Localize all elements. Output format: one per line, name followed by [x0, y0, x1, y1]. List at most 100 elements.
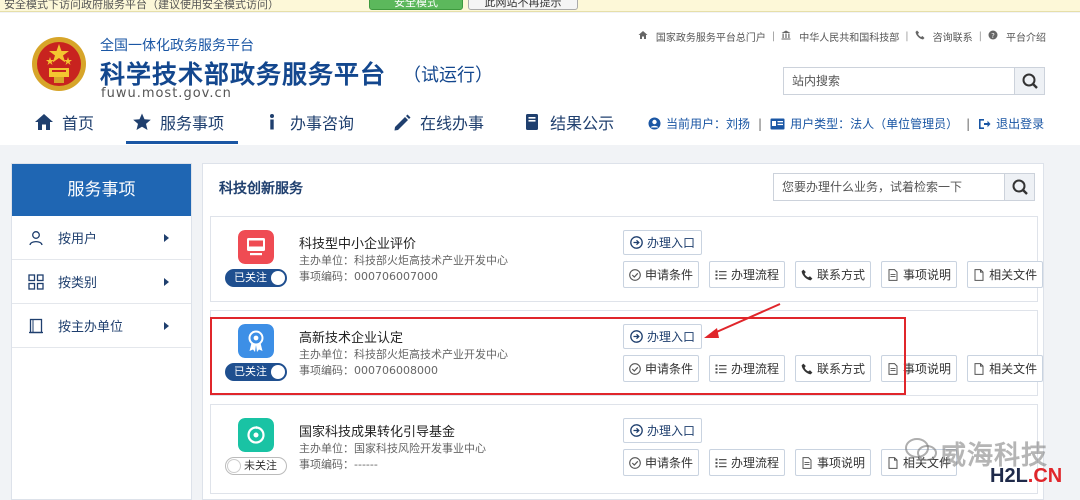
site-url: fuwu.most.gov.cn	[101, 86, 232, 101]
follow-label: 已关注	[234, 271, 267, 284]
site-search-button[interactable]	[1014, 68, 1044, 94]
logout-icon	[979, 118, 991, 129]
service-actions: 申请条件 办理流程 联系方式 事项说明 相关文件	[623, 261, 1044, 288]
nav-home[interactable]: 首页	[28, 108, 108, 144]
conditions-button[interactable]: 申请条件	[623, 449, 700, 476]
enter-label: 办理入口	[647, 424, 696, 438]
description-button[interactable]: 事项说明	[881, 261, 958, 288]
nav-consult-label: 办事咨询	[290, 114, 355, 133]
nav-results[interactable]: 结果公示	[516, 108, 628, 144]
file-icon	[974, 362, 984, 375]
sidebar-item-label: 按主办单位	[58, 320, 124, 335]
browser-notice-bar: 安全模式下访问政府服务平台（建议使用安全模式访问） 安全模式 此网站不再提示	[0, 0, 1080, 12]
search-icon	[1022, 73, 1038, 89]
book-icon	[526, 114, 539, 130]
site-subtitle: 全国一体化政务服务平台	[100, 38, 254, 54]
process-button[interactable]: 办理流程	[709, 261, 786, 288]
contact-button[interactable]: 联系方式	[795, 261, 872, 288]
document-icon	[802, 456, 812, 469]
exchange-icon	[238, 418, 274, 452]
files-button[interactable]: 相关文件	[967, 355, 1044, 382]
star-icon	[133, 113, 151, 130]
arrow-annotation	[704, 303, 781, 338]
sidebar-title: 服务事项	[12, 164, 191, 216]
service-code: 事项编码：------	[299, 458, 378, 471]
safe-mode-button[interactable]: 安全模式	[369, 0, 463, 10]
enter-button[interactable]: 办理入口	[623, 418, 703, 443]
link-national-portal[interactable]: 国家政务服务平台总门户	[656, 29, 766, 44]
follow-toggle[interactable]: 未关注	[225, 457, 287, 475]
pencil-icon	[394, 114, 411, 131]
action-label: 办理流程	[731, 268, 780, 282]
watermark-site-suffix: .CN	[1027, 465, 1063, 487]
sidebar-item-by-department[interactable]: 按主办单位	[12, 304, 191, 348]
chevron-right-icon	[164, 322, 169, 330]
sidebar-item-by-user[interactable]: 按用户	[12, 216, 191, 260]
sidebar-item-label: 按用户	[58, 232, 98, 247]
dismiss-notice-button[interactable]: 此网站不再提示	[468, 0, 578, 10]
service-name[interactable]: 科技型中小企业评价	[299, 233, 416, 252]
home-icon	[35, 114, 53, 130]
action-label: 申请条件	[645, 268, 694, 282]
service-name[interactable]: 国家科技成果转化引导基金	[299, 421, 455, 440]
main-nav: 首页 服务事项 办事咨询 在线办事 结果公示	[28, 108, 646, 144]
list-icon	[715, 270, 727, 279]
building-icon	[29, 318, 43, 333]
institution-icon	[781, 30, 791, 43]
site-search-input[interactable]	[784, 68, 1014, 94]
document-icon	[888, 268, 898, 281]
process-button[interactable]: 办理流程	[709, 449, 786, 476]
sidebar-item-by-category[interactable]: 按类别	[12, 260, 191, 304]
chevron-right-icon	[164, 278, 169, 286]
site-search	[783, 67, 1045, 95]
user-circle-icon	[648, 117, 661, 130]
description-button[interactable]: 事项说明	[795, 449, 872, 476]
highlight-box	[210, 317, 906, 395]
service-department: 主办单位：科技部火炬高技术产业开发中心	[299, 254, 508, 267]
service-code: 事项编码：000706007000	[299, 270, 438, 283]
enter-button[interactable]: 办理入口	[623, 230, 703, 255]
current-user: 当前用户：刘扬	[666, 117, 751, 131]
browser-notice-text: 安全模式下访问政府服务平台（建议使用安全模式访问）	[4, 0, 279, 11]
action-label: 申请条件	[645, 456, 694, 470]
enter-label: 办理入口	[647, 236, 696, 250]
top-links: 国家政务服务平台总门户 | 中华人民共和国科技部 | 咨询联系 | ? 平台介绍	[638, 29, 1046, 44]
id-card-icon	[770, 118, 785, 129]
action-label: 相关文件	[989, 362, 1038, 376]
home-icon	[638, 30, 648, 43]
nav-consult[interactable]: 办事咨询	[256, 108, 368, 144]
link-most[interactable]: 中华人民共和国科技部	[799, 29, 899, 44]
link-contact[interactable]: 咨询联系	[933, 29, 973, 44]
user-type: 用户类型：法人（单位管理员）	[790, 117, 959, 131]
service-search	[773, 173, 1035, 201]
service-search-button[interactable]	[1004, 174, 1034, 200]
list-icon	[715, 458, 727, 467]
conditions-button[interactable]: 申请条件	[623, 261, 700, 288]
sidebar-item-label: 按类别	[58, 276, 98, 291]
nav-services[interactable]: 服务事项	[126, 108, 239, 144]
section-title: 科技创新服务	[219, 181, 303, 197]
check-circle-icon	[629, 456, 641, 469]
service-search-input[interactable]	[774, 174, 1004, 200]
arrow-circle-icon	[630, 424, 643, 437]
logout-link[interactable]: 退出登录	[996, 115, 1044, 132]
nav-online[interactable]: 在线办事	[386, 108, 498, 144]
files-button[interactable]: 相关文件	[967, 261, 1044, 288]
action-label: 办理流程	[731, 456, 780, 470]
national-emblem-icon	[32, 37, 86, 91]
svg-text:?: ?	[991, 32, 995, 40]
phone-icon	[801, 269, 813, 280]
service-department: 主办单位：国家科技风险开发事业中心	[299, 442, 486, 455]
link-about[interactable]: 平台介绍	[1006, 29, 1046, 44]
user-info: 当前用户：刘扬 | 用户类型：法人（单位管理员） | 退出登录	[648, 115, 1044, 132]
user-icon	[29, 230, 43, 245]
question-icon: ?	[988, 30, 998, 43]
follow-toggle[interactable]: 已关注	[225, 269, 287, 287]
follow-label: 未关注	[244, 459, 277, 472]
site-trial-label: （试运行）	[403, 65, 493, 86]
info-icon	[270, 114, 275, 130]
watermark-site: H2L.CN	[990, 465, 1062, 488]
chevron-right-icon	[164, 234, 169, 242]
action-label: 相关文件	[989, 268, 1038, 282]
file-icon	[888, 456, 898, 469]
